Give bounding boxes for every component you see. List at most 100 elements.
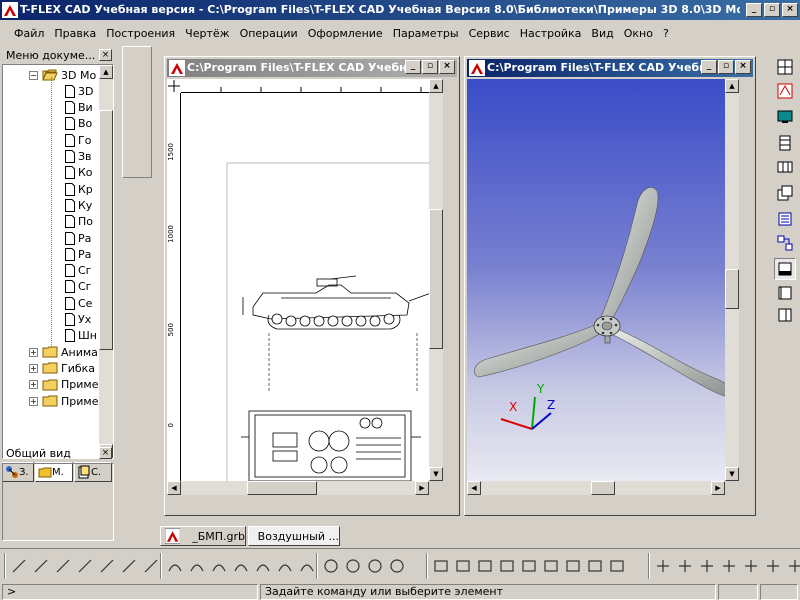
model3d-maximize-button[interactable]: ▫	[718, 60, 734, 74]
drawing-scroll-down[interactable]: ▼	[429, 467, 443, 481]
menu-operations[interactable]: Операции	[235, 27, 303, 40]
tree-item[interactable]: + Анима	[29, 344, 98, 360]
expand-icon[interactable]: +	[29, 347, 38, 357]
node-tool-icon[interactable]	[654, 557, 672, 575]
node-tool-icon[interactable]	[720, 557, 738, 575]
arc-tool-icon[interactable]	[254, 557, 272, 575]
drawing-canvas[interactable]: 1500 1000 500 0 ▲ ▼ ◀ ▶	[167, 79, 443, 495]
menu-construct[interactable]: Построения	[101, 27, 180, 40]
line-tool-icon[interactable]	[10, 557, 28, 575]
model3d-window[interactable]: C:\Program Files\T-FLEX CAD Учебна... _ …	[464, 56, 756, 516]
drawing-hscroll-thumb[interactable]	[247, 481, 317, 495]
shape-tool-icon[interactable]	[498, 557, 516, 575]
node-tool-icon[interactable]	[676, 557, 694, 575]
line-tool-icon[interactable]	[32, 557, 50, 575]
view-monitor-icon[interactable]	[774, 106, 796, 128]
shape-tool-icon[interactable]	[608, 557, 626, 575]
menu-drawing[interactable]: Чертёж	[180, 27, 234, 40]
doc-tab-propeller[interactable]: Воздушный ...	[248, 526, 340, 546]
expand-icon[interactable]: +	[29, 380, 38, 390]
view-red-icon[interactable]	[774, 80, 796, 102]
general-view-close-button[interactable]: ×	[99, 447, 112, 459]
tree-item[interactable]: + Гибка	[29, 360, 95, 376]
shape-tool-icon[interactable]	[432, 557, 450, 575]
drawing-vscrollbar[interactable]: ▲ ▼	[429, 79, 443, 481]
doc-tab-bmp[interactable]: _БМП.grb	[160, 526, 246, 546]
crosshair-icon[interactable]	[167, 79, 181, 93]
splitter-handle[interactable]	[122, 46, 152, 178]
model3d-scroll-left[interactable]: ◀	[467, 481, 481, 495]
arrange-blue-icon[interactable]	[774, 208, 796, 230]
tree-item[interactable]: Ко	[65, 165, 93, 181]
arc-tool-icon[interactable]	[210, 557, 228, 575]
status-command-input[interactable]: >	[2, 584, 258, 600]
tile-horizontal-icon[interactable]	[774, 156, 796, 178]
node-tool-icon[interactable]	[698, 557, 716, 575]
model3d-hscrollbar[interactable]: ◀ ▶	[467, 481, 725, 495]
line-tool-icon[interactable]	[54, 557, 72, 575]
window-layout-icon[interactable]	[774, 56, 796, 78]
arc-tool-icon[interactable]	[232, 557, 250, 575]
drawing-window[interactable]: C:\Program Files\T-FLEX CAD Учебна... _ …	[164, 56, 460, 516]
circle-tool-icon[interactable]	[322, 557, 340, 575]
menu-settings[interactable]: Настройка	[515, 27, 587, 40]
model3d-scroll-down[interactable]: ▼	[725, 467, 739, 481]
menu-help[interactable]: ?	[658, 27, 674, 40]
tree-item[interactable]: + Приме	[29, 393, 98, 409]
close-button[interactable]: ×	[782, 3, 798, 17]
tree-item[interactable]: + Приме	[29, 377, 98, 393]
model3d-vscroll-thumb[interactable]	[725, 269, 739, 309]
model3d-hscroll-thumb[interactable]	[591, 481, 615, 495]
model3d-scroll-up[interactable]: ▲	[725, 79, 739, 93]
drawing-scroll-up[interactable]: ▲	[429, 79, 443, 93]
tree-item[interactable]: Сг	[65, 263, 91, 279]
tree-item[interactable]: По	[65, 214, 93, 230]
line-tool-icon[interactable]	[76, 557, 94, 575]
shape-tool-icon[interactable]	[520, 557, 538, 575]
menu-service[interactable]: Сервис	[464, 27, 515, 40]
scroll-up-button[interactable]: ▲	[99, 65, 113, 79]
model3d-scroll-right[interactable]: ▶	[711, 481, 725, 495]
menu-edit[interactable]: Правка	[49, 27, 101, 40]
panel-close-button[interactable]: ×	[99, 49, 112, 61]
expand-icon[interactable]: +	[29, 363, 38, 373]
menu-file[interactable]: Файл	[0, 27, 49, 40]
menu-view[interactable]: Вид	[586, 27, 618, 40]
model3d-vscrollbar[interactable]: ▲ ▼	[725, 79, 739, 481]
circle-tool-icon[interactable]	[366, 557, 384, 575]
drawing-maximize-button[interactable]: ▫	[422, 60, 438, 74]
tree-item[interactable]: Кр	[65, 181, 93, 197]
tree-item[interactable]: Ух	[65, 312, 91, 328]
bottom-split-icon[interactable]	[774, 258, 796, 280]
circle-tool-icon[interactable]	[344, 557, 362, 575]
drawing-scroll-right[interactable]: ▶	[415, 481, 429, 495]
line-tool-icon[interactable]	[142, 557, 160, 575]
tree-item[interactable]: Се	[65, 295, 92, 311]
scroll-thumb[interactable]	[99, 110, 113, 350]
drawing-vscroll-thumb[interactable]	[429, 209, 443, 349]
line-tool-icon[interactable]	[120, 557, 138, 575]
model3d-minimize-button[interactable]: _	[701, 60, 717, 74]
tree-item[interactable]: Сг	[65, 279, 91, 295]
tree-item[interactable]: Шн	[65, 328, 97, 344]
tree-scrollbar[interactable]: ▲ ▼	[99, 65, 113, 458]
tree-item[interactable]: Го	[65, 132, 91, 148]
node-tool-icon[interactable]	[786, 557, 800, 575]
arc-tool-icon[interactable]	[188, 557, 206, 575]
arc-tool-icon[interactable]	[298, 557, 316, 575]
tree-item[interactable]: − 3D Мо	[29, 67, 96, 83]
document-tree[interactable]: ▲ ▼ − 3D Мо 3D Ви Во Го Зв Ко Кр Ку По Ра Ра Сг Сг Се Ух…	[2, 64, 114, 459]
tile-vertical-icon[interactable]	[774, 132, 796, 154]
shape-tool-icon[interactable]	[542, 557, 560, 575]
maximize-button[interactable]: ▫	[764, 3, 780, 17]
model3d-viewport[interactable]: X Y Z ▲ ▼ ◀ ▶	[467, 79, 739, 495]
shape-tool-icon[interactable]	[454, 557, 472, 575]
left-split-icon[interactable]	[774, 282, 796, 304]
node-tool-icon[interactable]	[742, 557, 760, 575]
drawing-minimize-button[interactable]: _	[405, 60, 421, 74]
model3d-close-button[interactable]: ×	[735, 60, 751, 74]
tree-item[interactable]: Ра	[65, 246, 91, 262]
shape-tool-icon[interactable]	[586, 557, 604, 575]
drawing-hscrollbar[interactable]: ◀ ▶	[167, 481, 429, 495]
drawing-scroll-left[interactable]: ◀	[167, 481, 181, 495]
